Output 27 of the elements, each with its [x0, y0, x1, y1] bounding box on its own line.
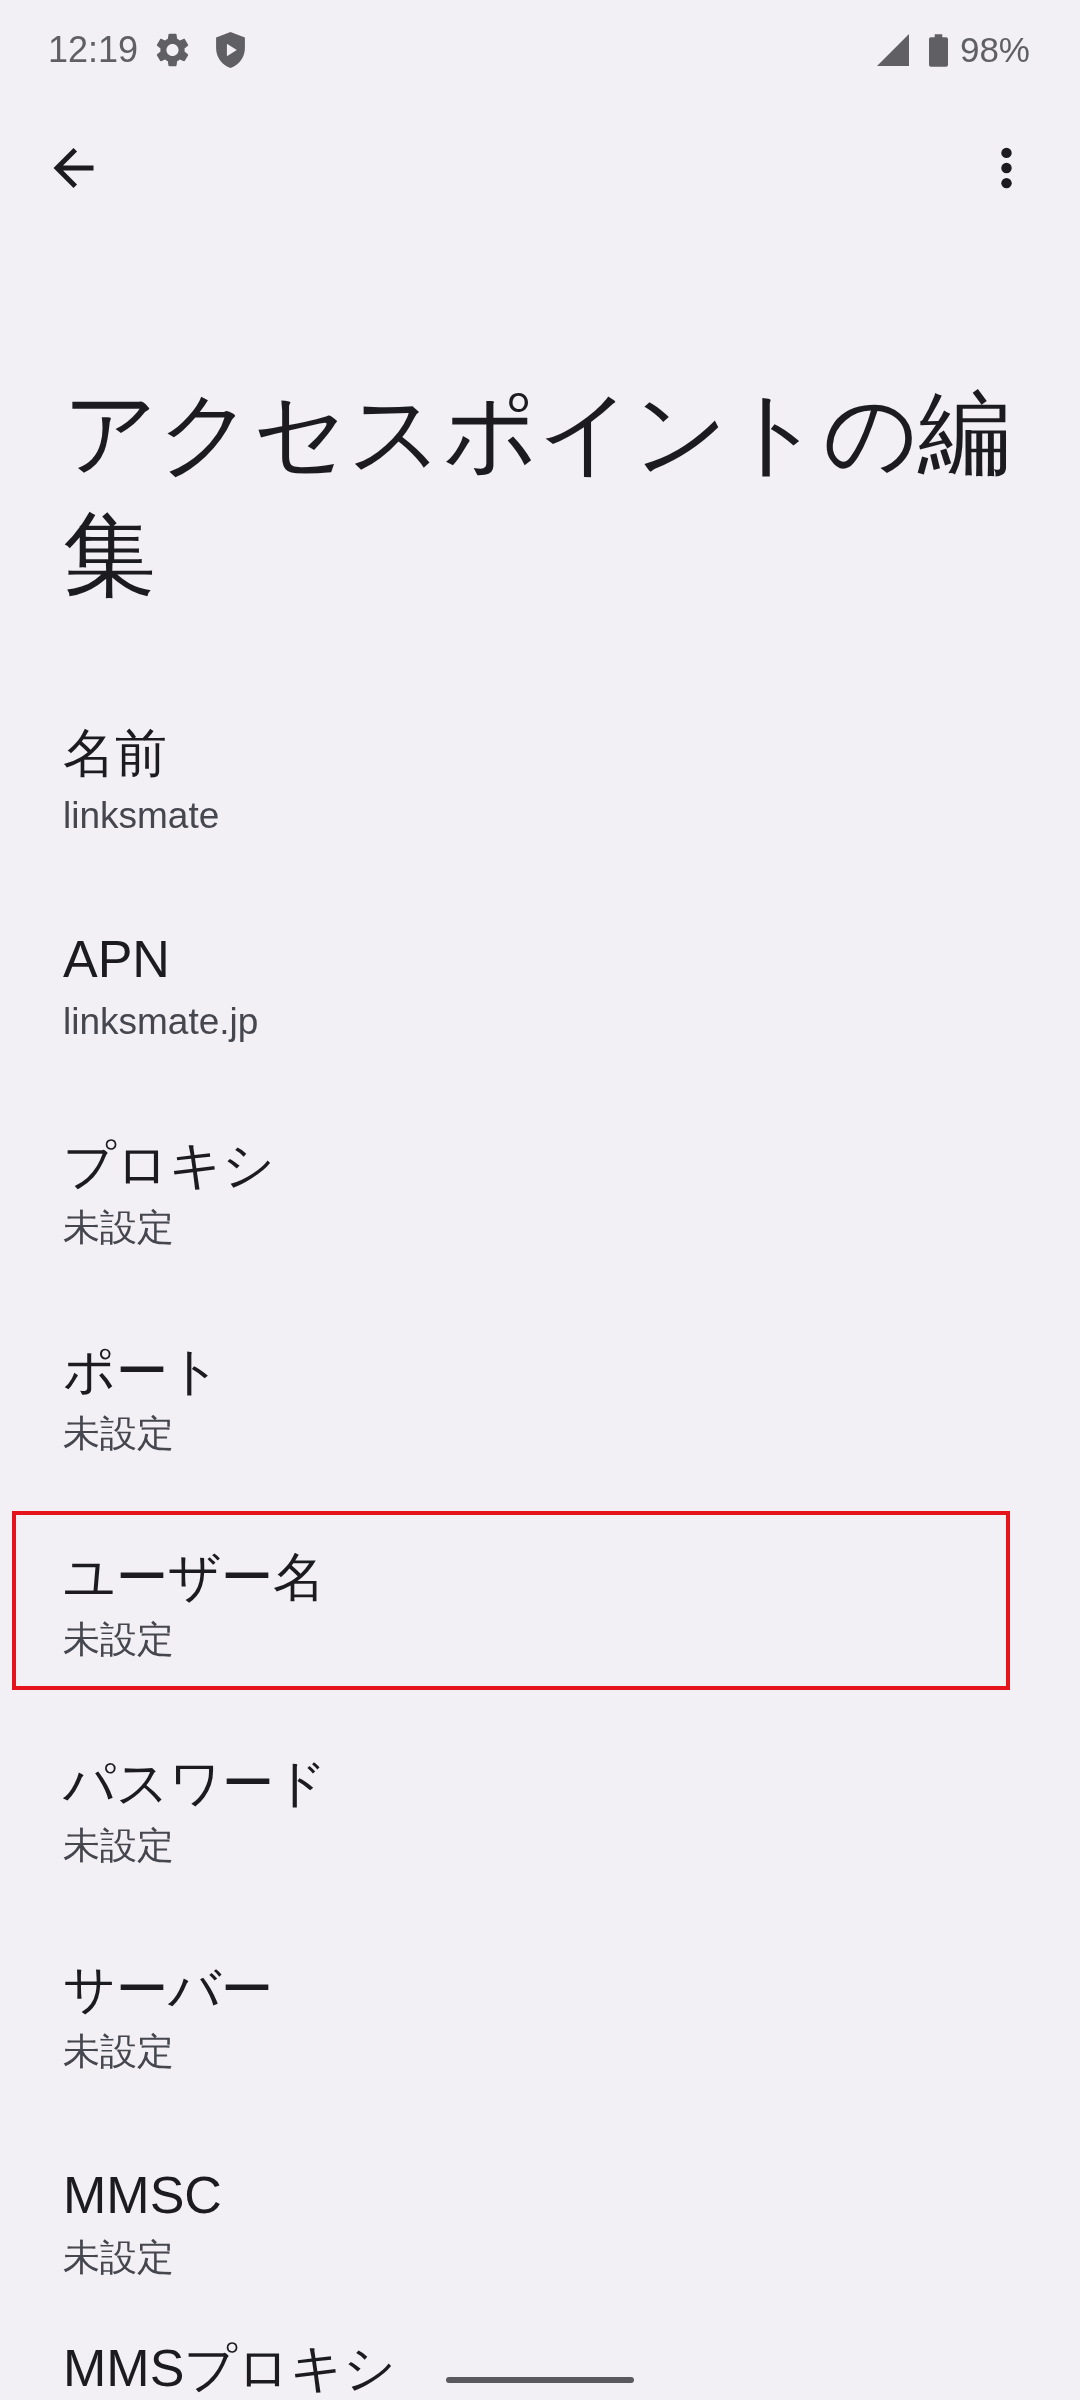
back-icon[interactable]	[53, 148, 94, 188]
setting-value: 未設定	[63, 2030, 174, 2074]
setting-value: linksmate	[63, 794, 220, 838]
gear-icon	[156, 33, 190, 67]
status-time: 12:19	[48, 28, 139, 72]
setting-value: 未設定	[63, 1618, 174, 1662]
setting-label[interactable]: サーバー	[63, 1957, 273, 2021]
setting-label[interactable]: ポート	[63, 1339, 221, 1403]
shield-icon	[216, 32, 246, 68]
battery-percent: 98%	[959, 29, 1030, 71]
setting-value: linksmate.jp	[63, 1000, 259, 1044]
setting-value: 未設定	[63, 2236, 174, 2280]
gesture-handle[interactable]	[446, 2377, 634, 2383]
battery-icon	[928, 33, 948, 67]
setting-label[interactable]: ユーザー名	[63, 1545, 325, 1609]
page-title: アクセスポイントの編集	[63, 380, 1012, 609]
setting-value: 未設定	[63, 1206, 174, 1250]
setting-label[interactable]: パスワード	[63, 1751, 327, 1815]
setting-label[interactable]: MMSC	[63, 2163, 222, 2227]
more-options-icon[interactable]	[1001, 147, 1012, 189]
setting-label[interactable]: MMSプロキシ	[63, 2336, 397, 2400]
setting-label[interactable]: プロキシ	[63, 1133, 275, 1197]
setting-label[interactable]: APN	[63, 927, 170, 991]
setting-value: 未設定	[63, 1824, 174, 1868]
setting-value: 未設定	[63, 1412, 174, 1456]
signal-icon	[876, 34, 909, 66]
setting-label[interactable]: 名前	[63, 721, 167, 785]
